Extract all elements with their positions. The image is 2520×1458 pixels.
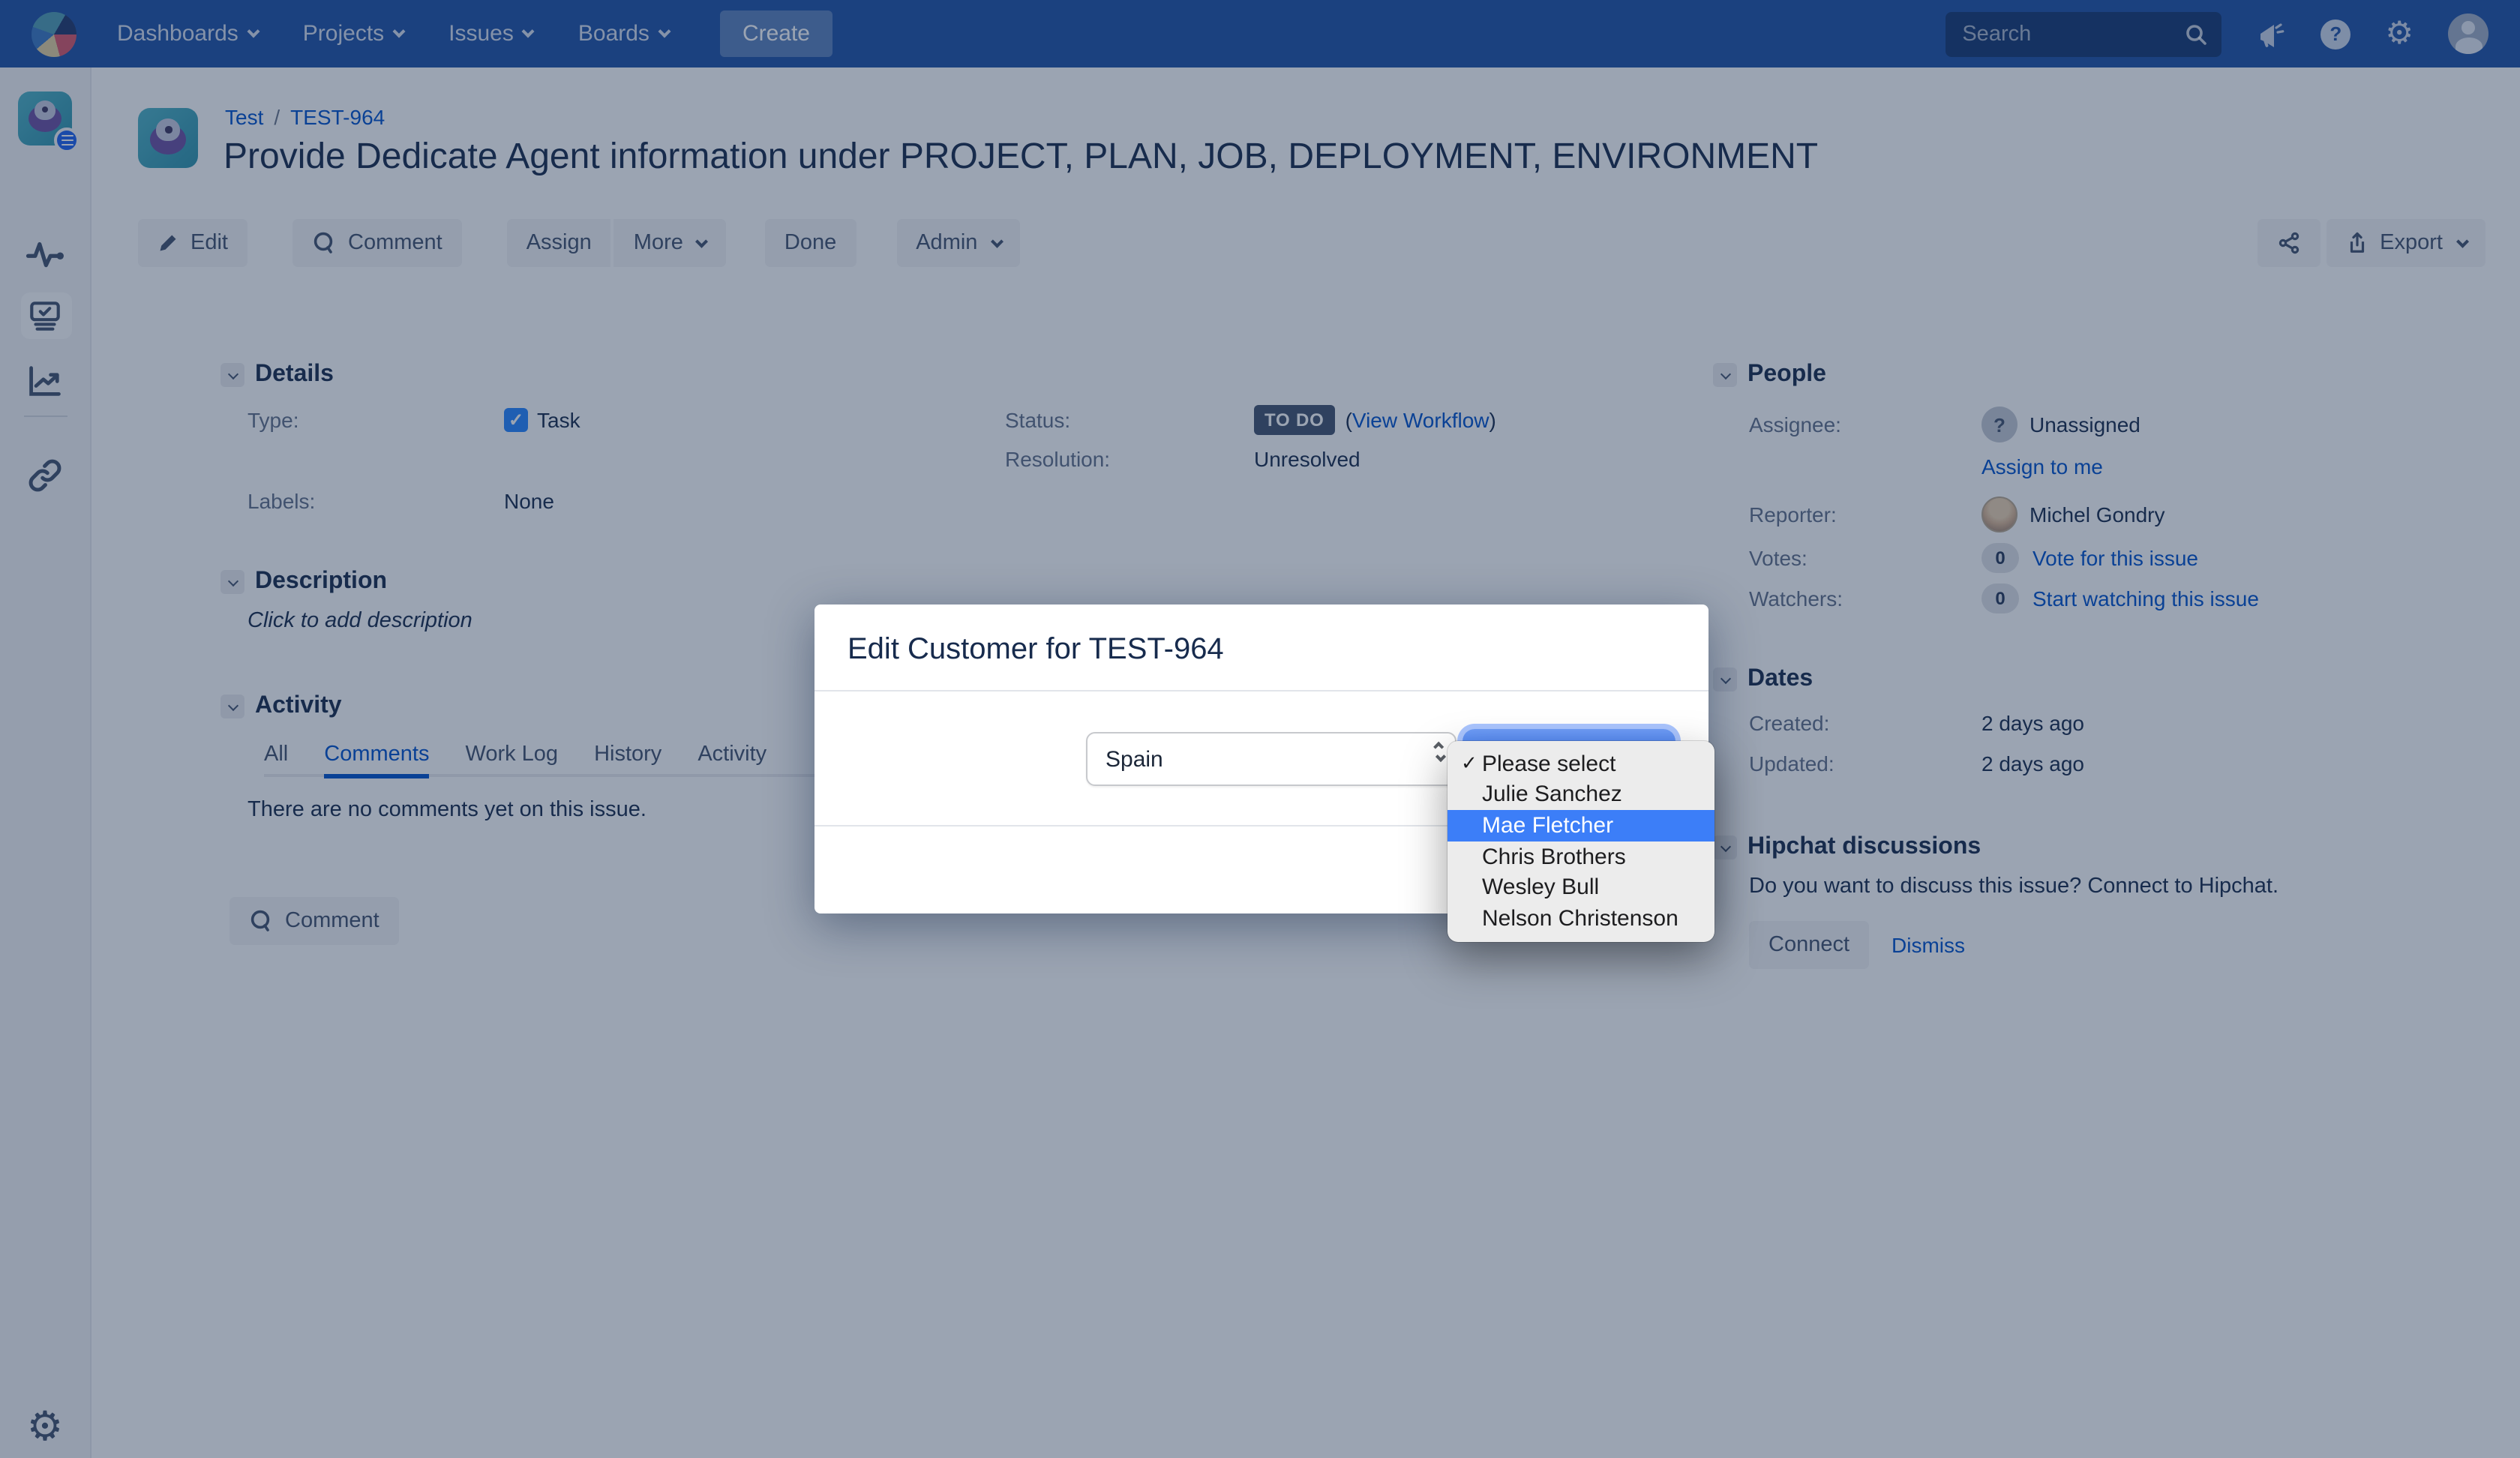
modal-title: Edit Customer for TEST-964 [848, 633, 1224, 668]
jira-issue-page: Dashboards Projects Issues Boards Create… [0, 0, 2520, 1458]
country-select[interactable]: Spain [1086, 732, 1456, 786]
dropdown-option[interactable]: Julie Sanchez [1448, 779, 1714, 810]
dropdown-option-highlighted[interactable]: Mae Fletcher [1448, 810, 1714, 841]
customer-dropdown: ✓ Please select Julie Sanchez Mae Fletch… [1448, 741, 1714, 941]
select-stepper-icon [1437, 741, 1444, 760]
dropdown-option[interactable]: Nelson Christenson [1448, 903, 1714, 934]
modal-header-divider [814, 690, 1708, 692]
dropdown-option[interactable]: Wesley Bull [1448, 872, 1714, 903]
dropdown-option[interactable]: Chris Brothers [1448, 842, 1714, 872]
dropdown-option[interactable]: ✓ Please select [1448, 748, 1714, 779]
country-select-value: Spain [1106, 746, 1163, 772]
checkmark-icon: ✓ [1461, 753, 1482, 776]
